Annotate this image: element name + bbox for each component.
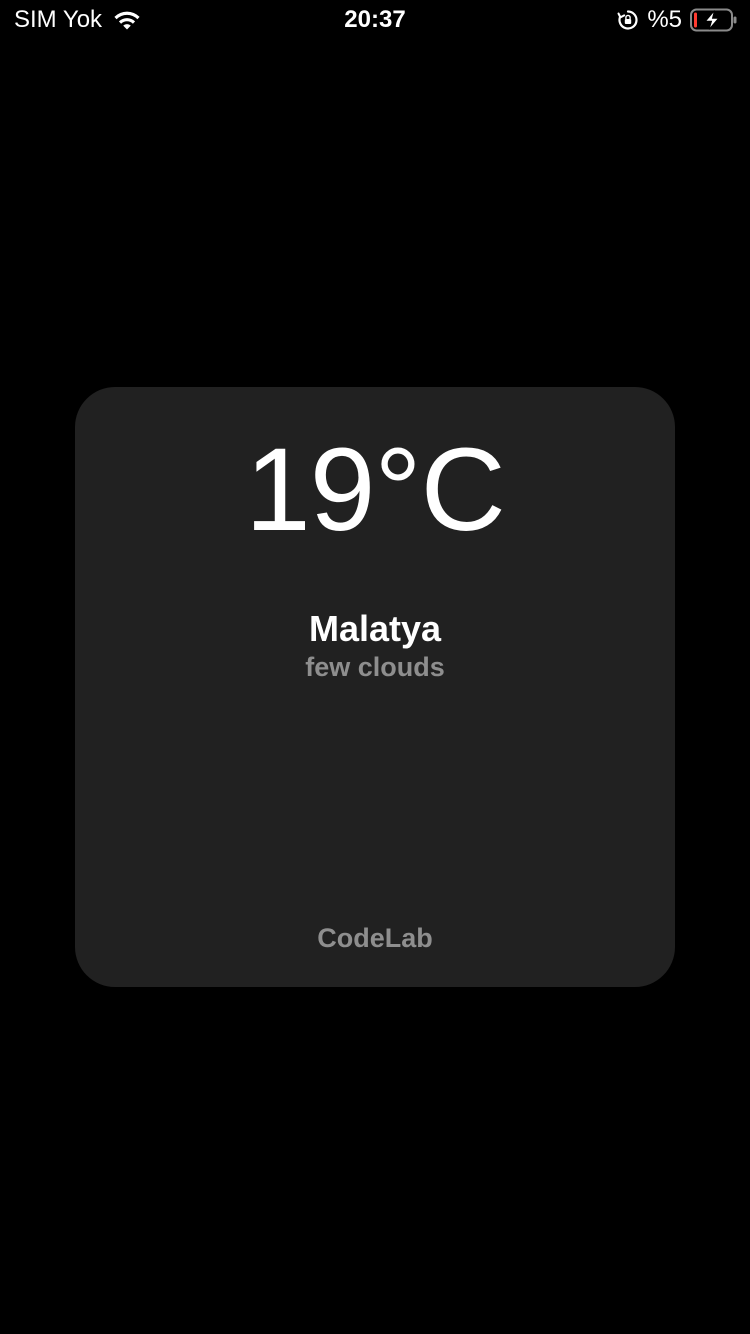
app-screen: SIM Yok 20:37 %5 19°C Malatya few clouds…: [0, 0, 750, 1334]
temperature-value: 19°C: [245, 424, 506, 556]
brand-label: CodeLab: [317, 923, 433, 953]
status-bar: SIM Yok 20:37 %5: [0, 0, 750, 40]
weather-card: 19°C Malatya few clouds CodeLab: [75, 387, 675, 987]
city-name: Malatya: [308, 608, 442, 649]
battery-percent: %5: [647, 6, 682, 33]
status-right: %5: [617, 6, 738, 34]
battery-level-fill: [694, 12, 697, 28]
rotation-lock-icon: [617, 10, 638, 30]
weather-description: few clouds: [305, 652, 445, 682]
battery-charging-icon: [690, 8, 737, 32]
